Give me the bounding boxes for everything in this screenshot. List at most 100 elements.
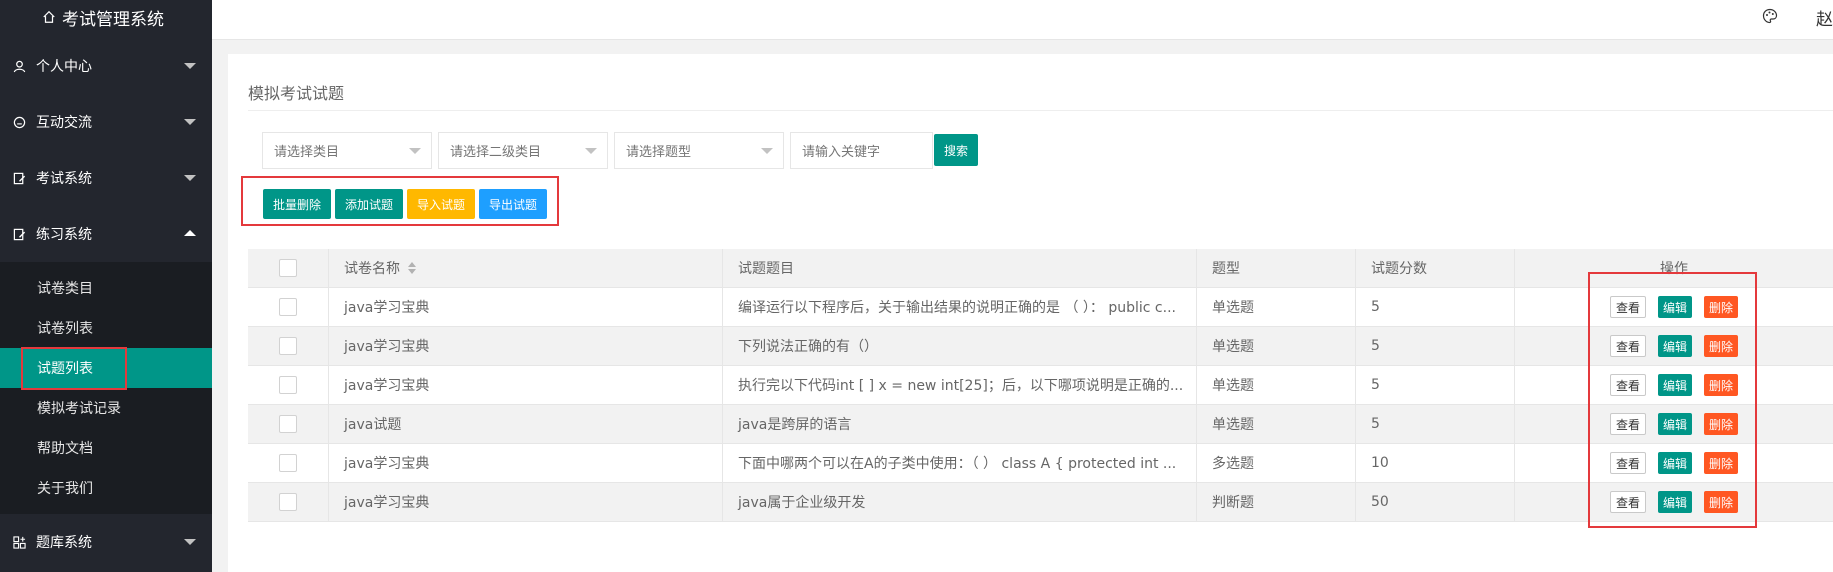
menu-group-label: 互动交流	[36, 115, 92, 131]
menu-group-personal[interactable]: 个人中心	[0, 38, 212, 94]
cell-paper-name: java学习宝典	[329, 482, 723, 522]
sidebar-item-paper-list[interactable]: 试卷列表	[0, 308, 212, 348]
menu-group-label: 题库系统	[36, 535, 92, 551]
header-question: 试题题目	[723, 248, 1197, 288]
cell-question: 下列说法正确的有（）	[723, 326, 1197, 366]
edit-button[interactable]: 编辑	[1657, 296, 1692, 318]
add-question-button[interactable]: 添加试题	[335, 189, 403, 219]
chevron-down-icon	[184, 63, 196, 69]
chevron-down-icon	[761, 148, 773, 154]
delete-button[interactable]: 删除	[1704, 491, 1739, 513]
palette-icon[interactable]	[1762, 8, 1778, 24]
menu-group-interaction[interactable]: 互动交流	[0, 94, 212, 150]
keyword-input[interactable]: 请输入关键字	[790, 132, 933, 169]
cell-score: 5	[1356, 287, 1515, 327]
search-button-label: 搜索	[943, 143, 968, 158]
import-questions-label: 导入试题	[416, 197, 465, 212]
batch-delete-button[interactable]: 批量删除	[263, 189, 331, 219]
table-row: java学习宝典 执行完以下代码int [ ] x = new int[25]；…	[248, 365, 1833, 405]
view-button[interactable]: 查看	[1609, 413, 1646, 435]
menu-group-label: 个人中心	[36, 59, 92, 75]
cell-type: 单选题	[1197, 287, 1356, 327]
view-button[interactable]: 查看	[1609, 452, 1646, 474]
sidebar-item-mock-exam-records[interactable]: 模拟考试记录	[0, 388, 212, 428]
sidebar: 考试管理系统 个人中心 互动交流 考试系统 练习系统 试卷类目 试卷列表 试题列…	[0, 0, 212, 572]
cell-paper-name: java学习宝典	[329, 326, 723, 366]
subcategory-select[interactable]: 请选择二级类目	[438, 132, 608, 169]
row-checkbox[interactable]	[279, 493, 297, 511]
edit-button[interactable]: 编辑	[1657, 491, 1692, 513]
table-row: java学习宝典 编译运行以下程序后，关于输出结果的说明正确的是 （ ）： pu…	[248, 287, 1833, 327]
export-questions-button[interactable]: 导出试题	[479, 189, 547, 219]
table-row: java学习宝典 下列说法正确的有（） 单选题 5 查看 编辑 删除	[248, 326, 1833, 366]
select-all-cell	[248, 248, 329, 288]
row-select-cell	[248, 443, 329, 483]
header-score: 试题分数	[1356, 248, 1515, 288]
view-button[interactable]: 查看	[1609, 335, 1646, 357]
app-logo[interactable]: 考试管理系统	[0, 0, 212, 34]
sort-icon[interactable]	[408, 262, 416, 274]
row-checkbox[interactable]	[279, 376, 297, 394]
question-bank-icon	[12, 535, 26, 549]
row-select-cell	[248, 365, 329, 405]
header-paper-name[interactable]: 试卷名称	[329, 248, 723, 288]
menu-group-question-bank[interactable]: 题库系统	[0, 514, 212, 570]
import-questions-button[interactable]: 导入试题	[407, 189, 475, 219]
cell-actions: 查看 编辑 删除	[1515, 483, 1833, 522]
table-row: java试题 java是跨屏的语言 单选题 5 查看 编辑 删除	[248, 404, 1833, 444]
cell-type: 判断题	[1197, 482, 1356, 522]
cell-score: 5	[1356, 365, 1515, 405]
cell-score: 5	[1356, 404, 1515, 444]
view-button[interactable]: 查看	[1609, 374, 1646, 396]
menu-group-practice[interactable]: 练习系统	[0, 206, 212, 262]
table-row: java学习宝典 java属于企业级开发 判断题 50 查看 编辑 删除	[248, 482, 1833, 522]
exam-icon	[12, 171, 26, 185]
header-label: 试卷名称	[344, 261, 400, 277]
top-bar: 赵	[212, 0, 1833, 40]
question-type-select[interactable]: 请选择题型	[614, 132, 784, 169]
row-checkbox[interactable]	[279, 415, 297, 433]
category-select[interactable]: 请选择类目	[262, 132, 432, 169]
row-checkbox[interactable]	[279, 337, 297, 355]
cell-score: 5	[1356, 326, 1515, 366]
user-icon	[12, 59, 26, 73]
sidebar-item-help-docs[interactable]: 帮助文档	[0, 428, 212, 468]
sidebar-item-about-us[interactable]: 关于我们	[0, 468, 212, 508]
view-button[interactable]: 查看	[1609, 296, 1646, 318]
edit-button[interactable]: 编辑	[1657, 335, 1692, 357]
row-select-cell	[248, 404, 329, 444]
search-button[interactable]: 搜索	[934, 134, 978, 166]
sidebar-item-label: 模拟考试记录	[37, 401, 121, 417]
delete-button[interactable]: 删除	[1704, 452, 1739, 474]
cell-question: java是跨屏的语言	[723, 404, 1197, 444]
title-divider	[248, 110, 1833, 111]
sidebar-item-label: 试卷类目	[37, 281, 93, 297]
cell-actions: 查看 编辑 删除	[1515, 366, 1833, 405]
export-questions-label: 导出试题	[488, 197, 537, 212]
view-button[interactable]: 查看	[1609, 491, 1646, 513]
sidebar-item-label: 关于我们	[37, 481, 93, 497]
user-name[interactable]: 赵	[1816, 5, 1833, 30]
row-checkbox[interactable]	[279, 454, 297, 472]
edit-button[interactable]: 编辑	[1657, 452, 1692, 474]
menu-group-label: 练习系统	[36, 227, 92, 243]
menu-group-exam[interactable]: 考试系统	[0, 150, 212, 206]
header-type: 题型	[1197, 248, 1356, 288]
edit-button[interactable]: 编辑	[1657, 413, 1692, 435]
row-select-cell	[248, 482, 329, 522]
select-all-checkbox[interactable]	[279, 259, 297, 277]
cell-actions: 查看 编辑 删除	[1515, 405, 1833, 444]
delete-button[interactable]: 删除	[1704, 374, 1739, 396]
chevron-down-icon	[585, 148, 597, 154]
main-card: 模拟考试试题 请选择类目 请选择二级类目 请选择题型 请输入关键字 搜索 批量删…	[228, 54, 1833, 572]
sidebar-item-question-list[interactable]: 试题列表	[0, 348, 212, 388]
cell-type: 单选题	[1197, 365, 1356, 405]
sidebar-item-paper-category[interactable]: 试卷类目	[0, 268, 212, 308]
row-checkbox[interactable]	[279, 298, 297, 316]
delete-button[interactable]: 删除	[1704, 296, 1739, 318]
practice-submenu: 试卷类目 试卷列表 试题列表 模拟考试记录 帮助文档 关于我们	[0, 262, 212, 514]
delete-button[interactable]: 删除	[1704, 335, 1739, 357]
cell-question: 编译运行以下程序后，关于输出结果的说明正确的是 （ ）： public c...	[723, 287, 1197, 327]
edit-button[interactable]: 编辑	[1657, 374, 1692, 396]
delete-button[interactable]: 删除	[1704, 413, 1739, 435]
